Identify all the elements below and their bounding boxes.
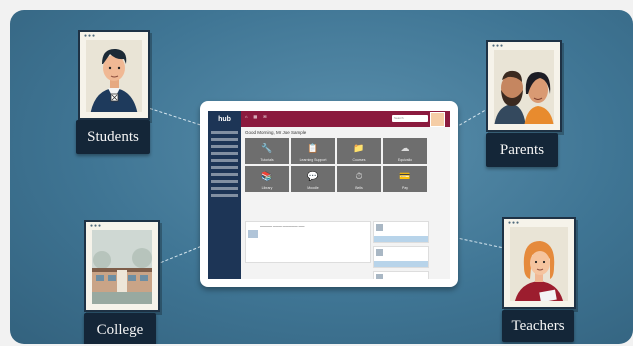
greeting-text: Good Morning, Mr Joe Sample xyxy=(245,130,307,135)
sidebar-item[interactable] xyxy=(211,180,238,183)
connector-students xyxy=(149,108,206,127)
laptop-screen: hub ⌂ ▦ ✉ Search Good Morning, Mr Joe Sa… xyxy=(200,101,458,287)
tile-label: Learning Support xyxy=(299,158,327,162)
window-dots-icon: ●●● xyxy=(84,33,97,39)
window-dots-icon: ●●● xyxy=(508,220,521,226)
window-dots-icon: ●●● xyxy=(492,43,505,49)
window-dots-icon: ●●● xyxy=(90,223,103,229)
tile-label: Equivalio xyxy=(397,158,413,162)
tile-courses[interactable]: 📁 Courses xyxy=(337,138,381,164)
college-card: ●●● xyxy=(84,220,160,312)
teachers-card: ●●● xyxy=(502,217,576,309)
card-icon: 💳 xyxy=(399,171,411,181)
avatar xyxy=(376,249,383,256)
cloud-icon: ☁ xyxy=(400,143,410,153)
books-icon: 📚 xyxy=(261,171,273,181)
clipboard-icon: 📋 xyxy=(307,143,319,153)
search-input[interactable]: Search xyxy=(392,115,428,122)
news-feed: ▬▬▬▬ ▬▬▬ ▬▬▬▬▬ ▬▬ xyxy=(245,221,371,263)
college-label: College xyxy=(84,313,156,344)
sidebar-item[interactable] xyxy=(211,173,238,176)
calendar-icon[interactable]: ▦ xyxy=(253,114,257,119)
teacher-illustration xyxy=(510,227,568,301)
college-illustration xyxy=(92,230,152,304)
sidebar-item[interactable] xyxy=(211,194,238,197)
sidebar-item[interactable] xyxy=(211,159,238,162)
tile-label: Moodle xyxy=(307,186,319,190)
tile-learning-support[interactable]: 📋 Learning Support xyxy=(291,138,335,164)
feed-text-placeholder: ▬▬▬▬ ▬▬▬ ▬▬▬▬▬ ▬▬ xyxy=(260,224,305,228)
teachers-label: Teachers xyxy=(502,310,574,342)
student-illustration xyxy=(86,40,142,112)
tile-equivalio[interactable]: ☁ Equivalio xyxy=(383,138,427,164)
sidebar-item[interactable] xyxy=(211,166,238,169)
app-main: Good Morning, Mr Joe Sample 🔧 Tutorials 📋… xyxy=(243,129,446,279)
app-nav-icons: ⌂ ▦ ✉ xyxy=(245,114,267,119)
activity-column xyxy=(373,221,429,279)
home-icon[interactable]: ⌂ xyxy=(245,114,247,119)
tile-label: Library xyxy=(261,186,273,190)
app-sidebar xyxy=(208,127,241,279)
sidebar-item[interactable] xyxy=(211,187,238,190)
illustration-stage: ●●● Students ●●● Parents ●●● College ●●●… xyxy=(10,10,633,344)
connector-teachers xyxy=(449,236,507,250)
sidebar-item[interactable] xyxy=(211,131,238,134)
tile-label: Courses xyxy=(352,158,366,162)
chat-icon: 💬 xyxy=(307,171,319,181)
activity-card[interactable] xyxy=(373,221,429,243)
connector-college xyxy=(156,246,201,265)
app-logo[interactable]: hub xyxy=(208,111,241,127)
tile-tutorials[interactable]: 🔧 Tutorials xyxy=(245,138,289,164)
activity-card[interactable] xyxy=(373,271,429,279)
tile-moodle[interactable]: 💬 Moodle xyxy=(291,166,335,192)
folder-icon: 📁 xyxy=(353,143,365,153)
parents-card: ●●● xyxy=(486,40,562,132)
tile-label: Pay xyxy=(401,186,409,190)
wrench-icon: 🔧 xyxy=(261,143,273,153)
app-topbar: hub ⌂ ▦ ✉ Search xyxy=(208,111,450,127)
tile-label: Bells xyxy=(355,186,363,190)
parents-illustration xyxy=(494,50,554,124)
hub-app: hub ⌂ ▦ ✉ Search Good Morning, Mr Joe Sa… xyxy=(208,111,450,279)
tile-label: Tutorials xyxy=(260,158,274,162)
sidebar-item[interactable] xyxy=(211,138,238,141)
parents-label: Parents xyxy=(486,133,558,167)
tile-pay[interactable]: 💳 Pay xyxy=(383,166,427,192)
app-tiles: 🔧 Tutorials 📋 Learning Support 📁 Courses ☁ E… xyxy=(245,138,446,192)
clock-icon: ⏱ xyxy=(355,171,363,181)
tile-library[interactable]: 📚 Library xyxy=(245,166,289,192)
avatar xyxy=(376,274,383,279)
avatar xyxy=(376,224,383,231)
students-label: Students xyxy=(76,120,150,154)
tile-bells[interactable]: ⏱ Bells xyxy=(337,166,381,192)
sidebar-item[interactable] xyxy=(211,145,238,148)
avatar[interactable] xyxy=(430,112,445,127)
feed-thumbnail xyxy=(248,230,258,238)
sidebar-item[interactable] xyxy=(211,152,238,155)
students-card: ●●● xyxy=(78,30,150,120)
activity-card[interactable] xyxy=(373,246,429,268)
mail-icon[interactable]: ✉ xyxy=(263,114,266,119)
